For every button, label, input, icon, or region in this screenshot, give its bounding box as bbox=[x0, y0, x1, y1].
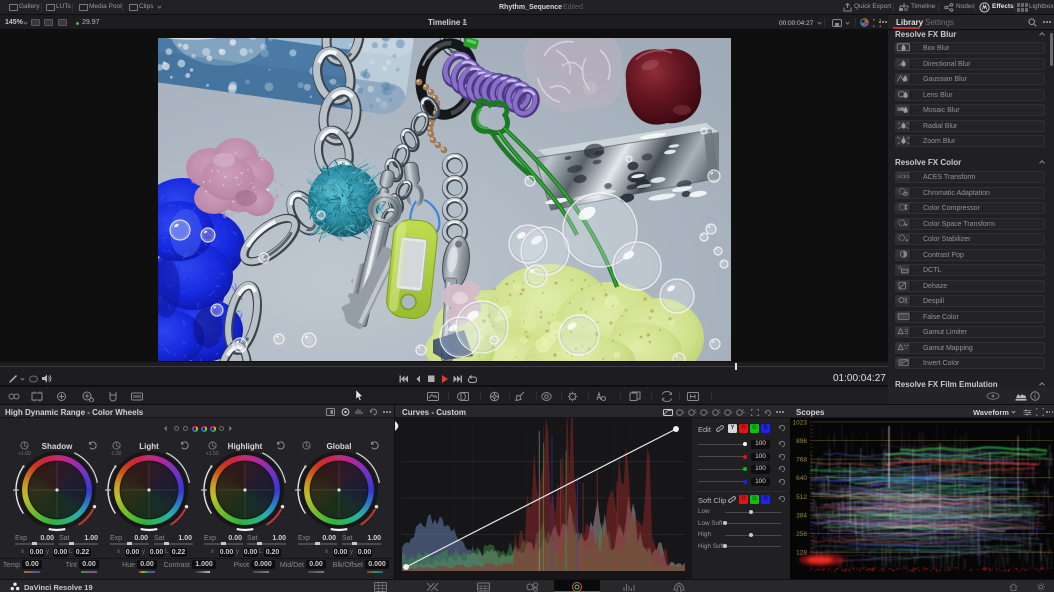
svg-text:768: 768 bbox=[796, 457, 807, 464]
svg-text:DCTL: DCTL bbox=[901, 269, 909, 273]
svg-text:128: 128 bbox=[796, 550, 807, 557]
svg-text:ACES: ACES bbox=[897, 174, 909, 179]
svg-text:640: 640 bbox=[796, 475, 807, 482]
svg-text:896: 896 bbox=[796, 438, 807, 445]
svg-text:256: 256 bbox=[796, 531, 807, 538]
svg-text:512: 512 bbox=[796, 494, 807, 501]
svg-text:384: 384 bbox=[796, 513, 807, 520]
svg-text:1023: 1023 bbox=[793, 419, 808, 426]
